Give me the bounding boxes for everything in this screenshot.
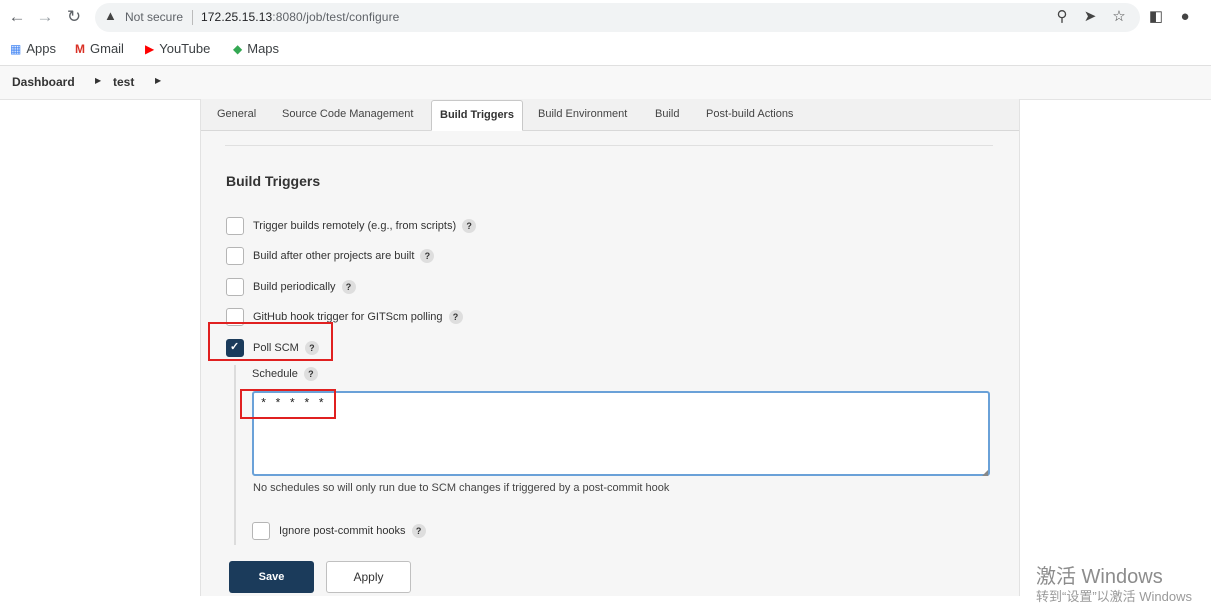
side-panel-icon[interactable]: ◧ (1146, 7, 1166, 27)
browser-toolbar: ← → ↻ ▲ Not secure 172.25.15.13:8080/job… (0, 0, 1211, 35)
windows-activation-watermark: 激活 Windows (1036, 566, 1163, 588)
breadcrumb-test[interactable]: test (113, 75, 134, 89)
trigger-github-hook-label: GitHub hook trigger for GITScm polling? (253, 310, 463, 324)
tab-source-code-management[interactable]: Source Code Management (282, 108, 413, 120)
bookmark-youtube-label: YouTube (159, 41, 211, 56)
help-icon[interactable]: ? (341, 280, 356, 294)
trigger-github-hook-text: GitHub hook trigger for GITScm polling (253, 310, 443, 323)
ignore-hooks-checkbox[interactable] (252, 522, 270, 540)
apply-button[interactable]: Apply (326, 561, 411, 593)
poll-scm-text: Poll SCM (253, 341, 299, 354)
address-separator (192, 10, 193, 25)
trigger-after-projects-label: Build after other projects are built? (253, 249, 435, 263)
bookmark-apps[interactable]: ▦ Apps (10, 41, 56, 56)
bookmark-gmail-label: Gmail (90, 41, 124, 56)
trigger-after-projects-text: Build after other projects are built (253, 249, 415, 262)
bookmark-maps[interactable]: ◆ Maps (233, 41, 279, 56)
trigger-github-hook-checkbox[interactable] (226, 308, 244, 326)
poll-scm-checkbox[interactable]: ✓ (226, 339, 244, 357)
help-icon[interactable]: ? (420, 249, 435, 263)
trigger-periodically-text: Build periodically (253, 280, 336, 293)
tab-build[interactable]: Build (655, 108, 679, 120)
bookmark-apps-label: Apps (26, 41, 56, 56)
nested-options-indent (234, 365, 236, 545)
trigger-after-projects-checkbox[interactable] (226, 247, 244, 265)
tab-post-build-actions[interactable]: Post-build Actions (706, 108, 793, 120)
bookmark-maps-label: Maps (247, 41, 280, 56)
trigger-remote-text: Trigger builds remotely (e.g., from scri… (253, 219, 457, 232)
help-icon[interactable]: ? (411, 524, 426, 538)
help-icon[interactable]: ? (448, 310, 463, 324)
config-tabs: General Source Code Management Build Tri… (201, 99, 1019, 131)
tab-general[interactable]: General (217, 108, 256, 120)
ignore-hooks-label: Ignore post-commit hooks? (279, 524, 426, 538)
address-bar[interactable]: ▲ Not secure 172.25.15.13:8080/job/test/… (95, 3, 1140, 32)
schedule-textarea[interactable] (252, 391, 990, 476)
back-arrow-icon[interactable]: ← (6, 6, 28, 28)
tab-build-triggers[interactable]: Build Triggers (431, 100, 523, 131)
tab-build-environment[interactable]: Build Environment (538, 108, 627, 120)
section-divider (225, 145, 993, 146)
ignore-hooks-text: Ignore post-commit hooks (279, 524, 406, 537)
url-host: 172.25.15.13 (201, 10, 273, 24)
bookmark-gmail[interactable]: M Gmail (75, 41, 124, 56)
forward-arrow-icon[interactable]: → (34, 6, 56, 28)
trigger-periodically-label: Build periodically? (253, 280, 356, 294)
schedule-label: Schedule? (252, 367, 318, 381)
trigger-remote-checkbox[interactable] (226, 217, 244, 235)
gmail-icon: M (75, 42, 85, 56)
bookmarks-bar: ▦ Apps M Gmail ▶ YouTube ◆ Maps (0, 35, 1211, 66)
schedule-note: No schedules so will only run due to SCM… (253, 482, 670, 494)
breadcrumb: Dashboard ▶ test ▶ (0, 66, 1211, 100)
config-panel: General Source Code Management Build Tri… (200, 99, 1020, 596)
bookmark-star-icon[interactable]: ☆ (1109, 7, 1129, 27)
warning-triangle-icon: ▲ (104, 8, 117, 23)
resize-grip-icon[interactable]: ◢ (982, 468, 988, 477)
maps-icon: ◆ (233, 42, 243, 56)
help-icon[interactable]: ? (462, 219, 477, 233)
reload-icon[interactable]: ↻ (63, 6, 85, 28)
profile-avatar-icon[interactable]: ● (1175, 7, 1195, 27)
section-title: Build Triggers (226, 173, 321, 189)
checkmark-icon: ✓ (230, 341, 240, 353)
breadcrumb-chevron-icon[interactable]: ▶ (95, 76, 101, 85)
security-label: Not secure (125, 10, 184, 24)
help-icon[interactable]: ? (304, 341, 319, 355)
zoom-magnifier-icon[interactable]: ⚲ (1052, 7, 1072, 27)
save-button[interactable]: Save (229, 561, 314, 593)
action-bar: Save Apply (201, 548, 1019, 596)
send-tab-icon[interactable]: ➤ (1080, 7, 1100, 27)
apps-grid-icon: ▦ (10, 42, 22, 56)
url-path: :8080/job/test/configure (272, 10, 400, 24)
youtube-icon: ▶ (145, 42, 155, 56)
url-text[interactable]: 172.25.15.13:8080/job/test/configure (201, 10, 399, 24)
trigger-periodically-checkbox[interactable] (226, 278, 244, 296)
schedule-label-text: Schedule (252, 367, 298, 380)
bookmark-youtube[interactable]: ▶ YouTube (145, 41, 210, 56)
breadcrumb-chevron-icon[interactable]: ▶ (155, 76, 161, 85)
help-icon[interactable]: ? (303, 367, 318, 381)
breadcrumb-dashboard[interactable]: Dashboard (12, 75, 75, 89)
poll-scm-label: Poll SCM? (253, 341, 319, 355)
trigger-remote-label: Trigger builds remotely (e.g., from scri… (253, 219, 477, 233)
